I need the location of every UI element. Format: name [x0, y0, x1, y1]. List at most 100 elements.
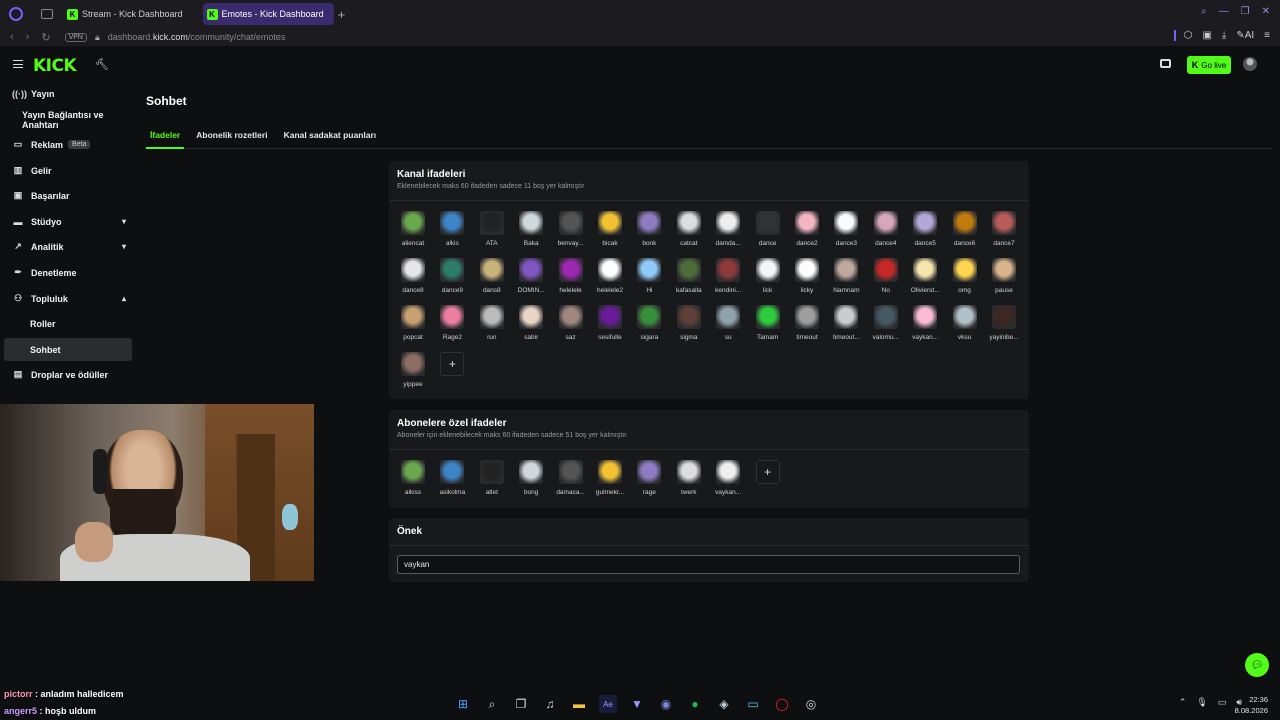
- restore-icon[interactable]: ❐: [1241, 6, 1250, 17]
- audio-app-icon[interactable]: ♫: [541, 695, 559, 713]
- emote-item[interactable]: vaykan...: [906, 305, 944, 341]
- emote-item[interactable]: Hi: [630, 258, 668, 294]
- sidebar-item-roller[interactable]: Roller: [4, 312, 132, 335]
- obs-icon[interactable]: ◎: [802, 695, 820, 713]
- sidebar-item-analitik[interactable]: ↗ Analitik ▾: [4, 235, 132, 258]
- sidebar-item-topluluk[interactable]: ⚇ Topluluk ▴: [4, 287, 132, 310]
- emote-item[interactable]: timeout...: [827, 305, 865, 341]
- new-tab-button[interactable]: +: [338, 7, 346, 22]
- opera-logo-icon[interactable]: [9, 7, 23, 21]
- emote-item[interactable]: DOMIN...: [512, 258, 550, 294]
- emote-item[interactable]: sabir: [512, 305, 550, 341]
- emote-item[interactable]: dance: [749, 211, 787, 247]
- search-icon[interactable]: ⌕: [1201, 6, 1207, 17]
- sidebar-item-studyo[interactable]: ▬ Stüdyo ▾: [4, 210, 132, 233]
- emote-item[interactable]: ATA: [473, 211, 511, 247]
- spotify-icon[interactable]: ●: [686, 695, 704, 713]
- tab-kanal-sadakat-puanlari[interactable]: Kanal sadakat puanları: [280, 129, 381, 149]
- add-emote-button[interactable]: +: [755, 460, 780, 484]
- emote-item[interactable]: Tamam: [749, 305, 787, 341]
- emote-item[interactable]: sigma: [670, 305, 708, 341]
- emote-item[interactable]: Olivierst...: [906, 258, 944, 294]
- tab-emotes-dashboard[interactable]: K Emotes - Kick Dashboard: [202, 3, 334, 25]
- download-icon[interactable]: ⤓: [1222, 30, 1226, 41]
- network-icon[interactable]: ▭: [1218, 697, 1227, 708]
- emote-item[interactable]: alkiss: [394, 460, 432, 496]
- emote-item[interactable]: vksu: [946, 305, 984, 341]
- opera-gx-icon[interactable]: ◯: [773, 695, 791, 713]
- emote-item[interactable]: sesifulle: [591, 305, 629, 341]
- emote-item[interactable]: yippee: [394, 352, 432, 388]
- emote-item[interactable]: bonk: [630, 211, 668, 247]
- vpn-badge[interactable]: VPN: [64, 32, 87, 42]
- forward-icon[interactable]: ›: [26, 31, 30, 44]
- steam-icon[interactable]: ◈: [715, 695, 733, 713]
- emote-item[interactable]: dance4: [867, 211, 905, 247]
- emote-item[interactable]: su: [709, 305, 747, 341]
- go-live-button[interactable]: K Go live: [1187, 56, 1231, 74]
- theater-mode-icon[interactable]: [1160, 59, 1171, 68]
- emote-item[interactable]: rage: [630, 460, 668, 496]
- emote-item[interactable]: dance7: [985, 211, 1023, 247]
- lock-icon[interactable]: 🔒︎: [95, 32, 100, 43]
- emote-item[interactable]: damda...: [709, 211, 747, 247]
- minimize-icon[interactable]: —: [1219, 6, 1229, 17]
- emote-item[interactable]: saz: [552, 305, 590, 341]
- emote-item[interactable]: dans8: [473, 258, 511, 294]
- emote-item[interactable]: helelele2: [591, 258, 629, 294]
- emote-item[interactable]: kafasalla: [670, 258, 708, 294]
- back-icon[interactable]: ‹: [10, 31, 14, 44]
- emote-item[interactable]: dance8: [394, 258, 432, 294]
- emote-item[interactable]: No: [867, 258, 905, 294]
- emote-item[interactable]: dance2: [788, 211, 826, 247]
- task-view-icon[interactable]: ❐: [512, 695, 530, 713]
- emote-item[interactable]: popcat: [394, 305, 432, 341]
- after-effects-icon[interactable]: Ae: [599, 695, 617, 713]
- kick-logo[interactable]: KICK: [33, 56, 77, 76]
- emote-item[interactable]: twerk: [670, 460, 708, 496]
- emote-item[interactable]: Rage2: [433, 305, 471, 341]
- emote-item[interactable]: valomu...: [867, 305, 905, 341]
- emote-item[interactable]: timeout: [788, 305, 826, 341]
- emote-item[interactable]: catcat: [670, 211, 708, 247]
- sidebar-item-reklam[interactable]: ▭ Reklam Beta: [4, 133, 132, 156]
- emote-item[interactable]: damaca...: [552, 460, 590, 496]
- sidebar-item-stream-key[interactable]: Yayın Bağlantısı ve Anahtarı: [4, 108, 132, 131]
- sidebar-item-yayin[interactable]: ((·)) Yayın: [4, 82, 132, 105]
- emote-item[interactable]: run: [473, 305, 511, 341]
- emote-item[interactable]: vaykan...: [709, 460, 747, 496]
- sidebar-item-sohbet[interactable]: Sohbet: [4, 338, 132, 361]
- support-chat-button[interactable]: 💬︎: [1245, 653, 1269, 677]
- emote-item[interactable]: helelele: [552, 258, 590, 294]
- reload-icon[interactable]: ↻: [41, 31, 50, 44]
- emote-item[interactable]: gulmekr...: [591, 460, 629, 496]
- tab-ifadeler[interactable]: İfadeler: [146, 129, 185, 149]
- emote-item[interactable]: sigara: [630, 305, 668, 341]
- user-avatar[interactable]: [1243, 57, 1257, 71]
- emote-item[interactable]: dance9: [433, 258, 471, 294]
- emote-item[interactable]: omg: [946, 258, 984, 294]
- emote-item[interactable]: bong: [512, 460, 550, 496]
- tray-overflow-icon[interactable]: ⌃: [1179, 697, 1187, 708]
- emote-item[interactable]: kendini...: [709, 258, 747, 294]
- hammer-icon[interactable]: 🔨︎: [95, 58, 109, 71]
- tab-stream-dashboard[interactable]: K Stream - Kick Dashboard: [63, 3, 193, 25]
- emote-item[interactable]: yayinibe...: [985, 305, 1023, 341]
- emote-item[interactable]: alkis: [433, 211, 471, 247]
- emote-item[interactable]: atlet: [473, 460, 511, 496]
- emote-item[interactable]: bicak: [591, 211, 629, 247]
- emote-item[interactable]: aliencat: [394, 211, 432, 247]
- file-explorer-icon[interactable]: ▬: [570, 695, 588, 713]
- aria-ai-button[interactable]: ✎AI: [1236, 30, 1254, 41]
- workspaces-icon[interactable]: [41, 9, 53, 19]
- tab-abonelik-rozetleri[interactable]: Abonelik rozetleri: [192, 129, 271, 149]
- emote-item[interactable]: dance6: [946, 211, 984, 247]
- microphone-icon[interactable]: 🎙︎: [1196, 697, 1207, 708]
- snapshot-icon[interactable]: ▣: [1202, 30, 1211, 41]
- emote-item[interactable]: asikolma: [433, 460, 471, 496]
- extensions-icon[interactable]: ⬡: [1173, 30, 1192, 41]
- sidebar-item-basarilar[interactable]: ▣ Başarılar: [4, 184, 132, 207]
- emote-item[interactable]: Baka: [512, 211, 550, 247]
- hamburger-menu-icon[interactable]: [13, 60, 23, 68]
- chevron-down-icon[interactable]: ▾: [122, 242, 126, 251]
